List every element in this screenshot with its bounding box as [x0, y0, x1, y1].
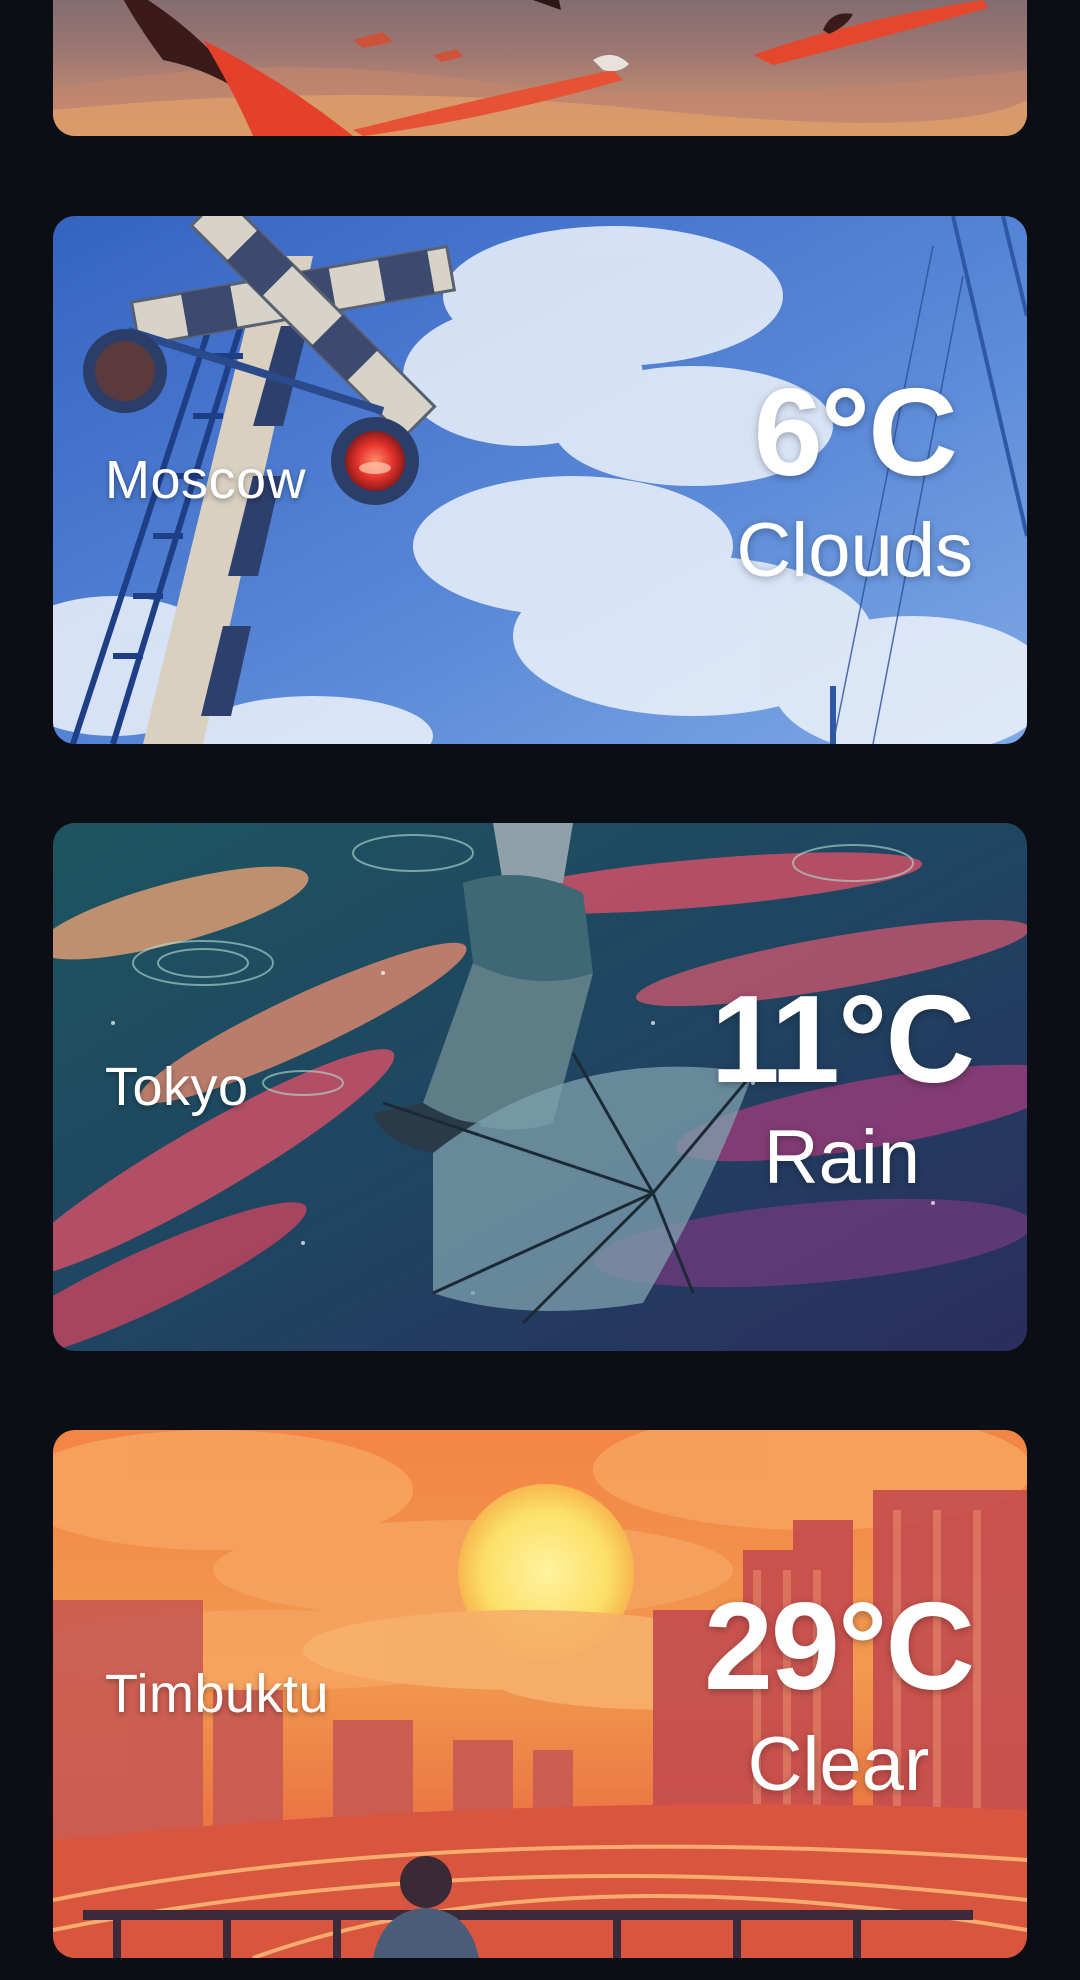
weather-condition: Clouds	[736, 508, 973, 593]
temperature-value: 29°C	[703, 1578, 975, 1716]
card-background-image	[53, 0, 1027, 136]
city-card-tokyo[interactable]: Tokyo 11°C Rain	[53, 823, 1027, 1351]
weather-info: 29°C Clear	[703, 1578, 975, 1807]
weather-city-list: Moscow 6°C Clouds Tokyo 11°C Rain Timbuk…	[0, 0, 1080, 1980]
city-card-timbuktu[interactable]: Timbuktu 29°C Clear	[53, 1430, 1027, 1958]
weather-info: 6°C Clouds	[736, 371, 973, 589]
weather-info: 11°C Rain	[710, 971, 975, 1200]
city-name: Timbuktu	[105, 1664, 330, 1724]
city-name: Tokyo	[105, 1057, 249, 1117]
weather-condition: Clear	[747, 1722, 930, 1807]
weather-condition: Rain	[763, 1115, 921, 1200]
city-name: Moscow	[105, 450, 307, 510]
city-card-flamingo[interactable]	[53, 0, 1027, 136]
city-card-moscow[interactable]: Moscow 6°C Clouds	[53, 216, 1027, 744]
temperature-value: 11°C	[710, 971, 975, 1109]
temperature-value: 6°C	[753, 364, 958, 502]
